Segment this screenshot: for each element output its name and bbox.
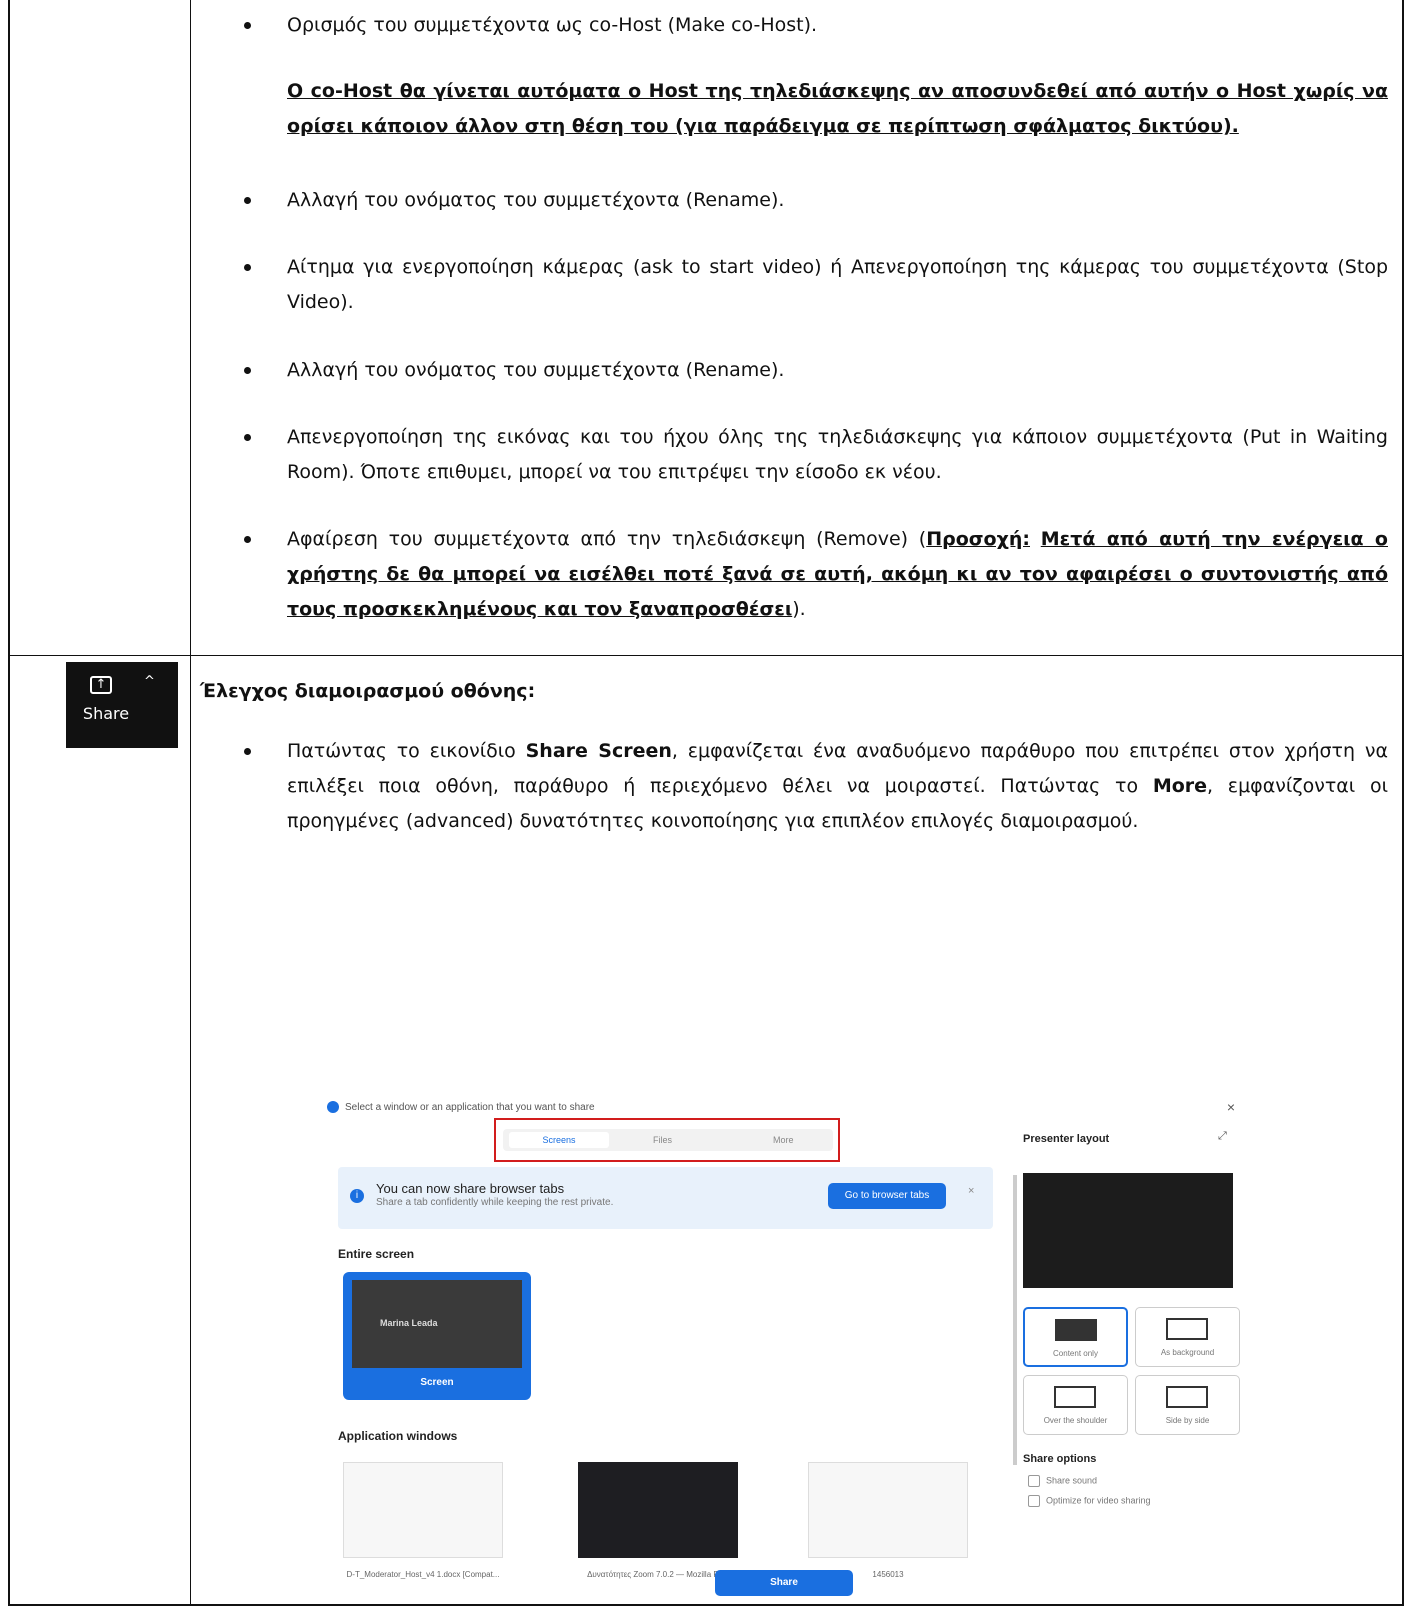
row-separator	[10, 655, 1402, 656]
go-to-browser-tabs-button: Go to browser tabs	[828, 1183, 946, 1209]
screen-label: Screen	[420, 1377, 454, 1388]
window-thumbnail	[808, 1462, 968, 1558]
dialog-title: Select a window or an application that y…	[345, 1102, 595, 1113]
banner-subtitle: Share a tab confidently while keeping th…	[376, 1197, 614, 1208]
layout-icon	[1055, 1319, 1097, 1341]
share-screen-cell: Έλεγχος διαμοιρασμού οθόνης: Πατώντας το…	[200, 678, 1388, 839]
list-item: Αίτημα για ενεργοποίηση κάμερας (ask to …	[200, 250, 1388, 320]
layout-icon	[1166, 1318, 1208, 1340]
list-item: Πατώντας το εικονίδιο Share Screen, εμφα…	[200, 734, 1388, 839]
share-options-heading: Share options	[1023, 1453, 1097, 1465]
window-thumbnail	[578, 1462, 738, 1558]
close-icon: ×	[1226, 1099, 1235, 1115]
entire-screen-heading: Entire screen	[338, 1247, 415, 1261]
thumbnail-caption: D-T_Moderator_Host_v4 1.docx [Compat...	[346, 1570, 500, 1579]
co-host-note: Ο co-Host θα γίνεται αυτόματα ο Host της…	[287, 80, 1388, 137]
list-item: Αλλαγή του ονόματος του συμμετέχοντα (Re…	[200, 353, 1388, 388]
share-sound-option: Share sound	[1028, 1475, 1097, 1487]
optimize-video-option: Optimize for video sharing	[1028, 1495, 1151, 1507]
list-item: Αφαίρεση του συμμετέχοντα από την τηλεδι…	[200, 522, 1388, 627]
close-icon: ×	[968, 1185, 975, 1197]
chevron-up-icon: ^	[144, 674, 155, 689]
screen-name: Marina Leada	[380, 1318, 438, 1328]
share-screen-icon: ↑	[90, 676, 112, 694]
browser-tabs-banner: i You can now share browser tabs Share a…	[338, 1167, 993, 1229]
share-toolbar-icon: ↑ ^ Share	[66, 662, 178, 748]
layout-over-the-shoulder: Over the shoulder	[1023, 1375, 1128, 1435]
zoom-logo-icon	[327, 1101, 339, 1113]
presenter-preview	[1023, 1173, 1233, 1288]
zoom-share-dialog-screenshot: Select a window or an application that y…	[323, 1097, 1253, 1597]
layout-icon	[1054, 1386, 1096, 1408]
expand-icon: ⤢	[1218, 1130, 1227, 1142]
layout-side-by-side: Side by side	[1135, 1375, 1240, 1435]
layout-content-only: Content only	[1023, 1307, 1128, 1367]
scrollbar	[1013, 1175, 1017, 1465]
list-item: Αλλαγή του ονόματος του συμμετέχοντα (Re…	[200, 183, 1388, 218]
window-thumbnail	[343, 1462, 503, 1558]
dialog-titlebar: Select a window or an application that y…	[323, 1097, 1253, 1119]
share-button: Share	[715, 1570, 853, 1596]
application-windows-heading: Application windows	[338, 1429, 458, 1443]
banner-title: You can now share browser tabs	[376, 1181, 565, 1196]
info-icon: i	[350, 1189, 364, 1203]
section-heading: Έλεγχος διαμοιρασμού οθόνης:	[200, 680, 536, 702]
list-item: Απενεργοποίηση της εικόνας και του ήχου …	[200, 420, 1388, 490]
list-item: Ορισμός του συμμετέχοντα ως co-Host (Mak…	[200, 8, 1388, 43]
highlight-box	[494, 1118, 840, 1162]
screen-card: Marina Leada Screen	[343, 1272, 531, 1400]
warning-label: Προσοχή:	[926, 528, 1030, 550]
participant-options-cell: Ορισμός του συμμετέχοντα ως co-Host (Mak…	[200, 8, 1388, 627]
layout-as-background: As background	[1135, 1307, 1240, 1367]
share-icon-label: Share	[82, 704, 130, 723]
screen-thumbnail: Marina Leada	[352, 1280, 522, 1368]
presenter-layout-heading: Presenter layout	[1023, 1133, 1110, 1145]
column-separator	[190, 0, 191, 1604]
layout-icon	[1166, 1386, 1208, 1408]
